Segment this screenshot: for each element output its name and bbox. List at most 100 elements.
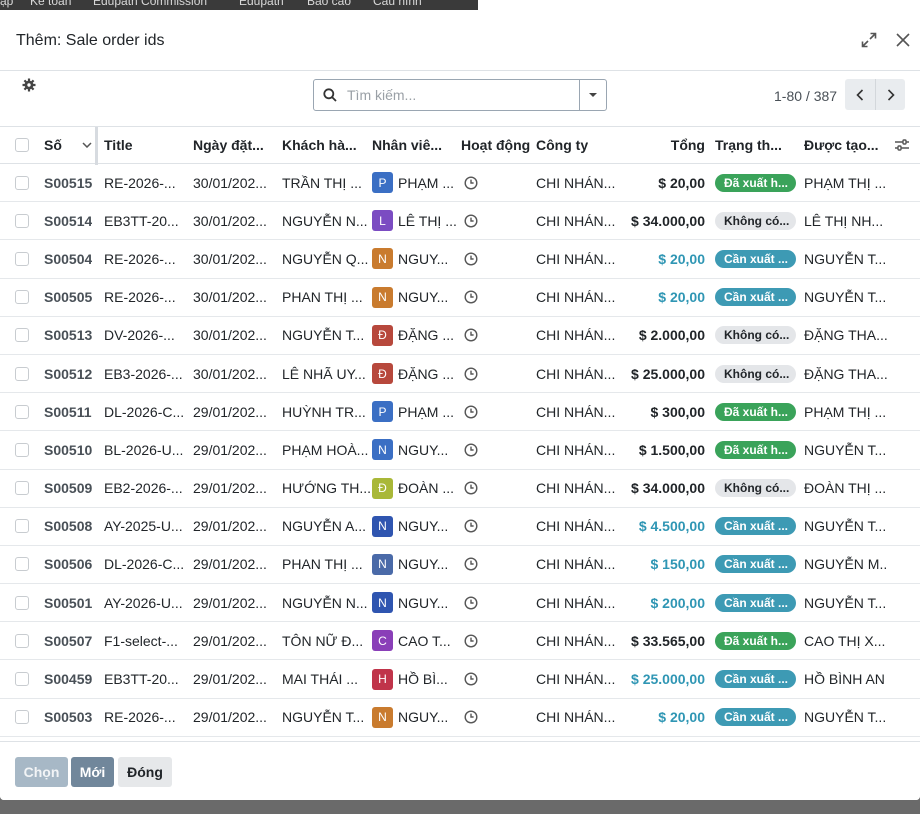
created-by: NGUYỄN T... bbox=[804, 250, 887, 267]
activity-button[interactable] bbox=[464, 546, 478, 583]
search-options-toggle[interactable] bbox=[579, 80, 606, 110]
table-row[interactable]: S00459 EB3TT-20... 29/01/202... MAI THÁI ..… bbox=[0, 660, 920, 699]
row-select[interactable] bbox=[15, 393, 29, 430]
checkbox[interactable] bbox=[15, 290, 29, 305]
col-total[interactable]: Tổng bbox=[625, 127, 705, 163]
col-status[interactable]: Trạng th... bbox=[715, 127, 782, 163]
salesperson-name: LÊ THỊ ... bbox=[398, 212, 457, 229]
select-button[interactable]: Chọn bbox=[15, 757, 68, 787]
col-customer[interactable]: Khách hà... bbox=[282, 127, 357, 163]
close-dialog-button[interactable] bbox=[893, 30, 913, 50]
checkbox[interactable] bbox=[15, 328, 29, 343]
col-created-by[interactable]: Được tạo... bbox=[804, 127, 879, 163]
row-select[interactable] bbox=[15, 279, 29, 316]
table-row[interactable]: S00509 EB2-2026-... 29/01/202... HƯỚNG TH..… bbox=[0, 470, 920, 508]
checkbox[interactable] bbox=[15, 138, 29, 152]
checkbox[interactable] bbox=[15, 442, 29, 457]
checkbox[interactable] bbox=[15, 175, 29, 190]
table-row[interactable]: S00506 DL-2026-C... 29/01/202... PHAN THỊ .… bbox=[0, 546, 920, 585]
table-row[interactable]: S00512 EB3-2026-... 30/01/202... LÊ NHÃ UY.… bbox=[0, 355, 920, 394]
table-row[interactable]: S00503 RE-2026-... 29/01/202... NGUYỄN T...… bbox=[0, 699, 920, 737]
row-select[interactable] bbox=[15, 470, 29, 507]
gear-button[interactable] bbox=[22, 78, 36, 92]
activity-button[interactable] bbox=[464, 355, 478, 392]
new-button[interactable]: Mới bbox=[71, 757, 114, 787]
checkbox[interactable] bbox=[15, 557, 29, 572]
row-select[interactable] bbox=[15, 202, 29, 239]
activity-button[interactable] bbox=[464, 240, 478, 277]
table-row[interactable]: S00514 EB3TT-20... 30/01/202... NGUYỄN N...… bbox=[0, 202, 920, 241]
activity-button[interactable] bbox=[464, 584, 478, 621]
avatar: L bbox=[372, 210, 393, 232]
activity-button[interactable] bbox=[464, 393, 478, 430]
checkbox[interactable] bbox=[15, 481, 29, 496]
pager-value[interactable]: 1-80 / 387 bbox=[774, 88, 837, 104]
activity-button[interactable] bbox=[464, 470, 478, 507]
activity-button[interactable] bbox=[464, 317, 478, 354]
order-total: $ 34.000,00 bbox=[631, 212, 705, 229]
checkbox[interactable] bbox=[15, 672, 29, 687]
checkbox[interactable] bbox=[15, 710, 29, 725]
row-select[interactable] bbox=[15, 355, 29, 392]
checkbox[interactable] bbox=[15, 519, 29, 534]
activity-button[interactable] bbox=[464, 164, 478, 201]
row-select[interactable] bbox=[15, 660, 29, 697]
activity-button[interactable] bbox=[464, 699, 478, 736]
table-row[interactable]: S00508 AY-2025-U... 29/01/202... NGUYỄN A..… bbox=[0, 508, 920, 546]
menu-item-reports[interactable]: Báo cáo bbox=[307, 0, 351, 8]
menu-item-edupath[interactable]: Edupath bbox=[239, 0, 284, 8]
sort-desc-button[interactable] bbox=[82, 127, 92, 163]
row-select[interactable] bbox=[15, 164, 29, 201]
col-number[interactable]: Số bbox=[44, 127, 62, 163]
table-row[interactable]: S00507 F1-select-... 29/01/202... TÔN NỮ Đ.… bbox=[0, 622, 920, 661]
select-all-checkbox[interactable] bbox=[15, 127, 29, 163]
menu-item-commission[interactable]: Edupath Commission bbox=[93, 0, 207, 8]
checkbox[interactable] bbox=[15, 251, 29, 266]
col-activity[interactable]: Hoạt động bbox=[461, 127, 530, 163]
column-resize-handle[interactable] bbox=[95, 127, 98, 165]
pager-previous-button[interactable] bbox=[845, 79, 875, 110]
col-salesperson[interactable]: Nhân viê... bbox=[372, 127, 442, 163]
checkbox[interactable] bbox=[15, 404, 29, 419]
order-number: S00507 bbox=[44, 632, 93, 649]
table-row[interactable]: S00501 AY-2026-U... 29/01/202... NGUYỄN N..… bbox=[0, 584, 920, 623]
row-select[interactable] bbox=[15, 431, 29, 468]
optional-columns-button[interactable] bbox=[895, 127, 909, 163]
avatar: N bbox=[372, 553, 393, 575]
close-button[interactable]: Đóng bbox=[118, 757, 172, 787]
activity-button[interactable] bbox=[464, 508, 478, 545]
menu-item-accounting[interactable]: Kế toán bbox=[30, 0, 71, 8]
row-select[interactable] bbox=[15, 584, 29, 621]
table-row[interactable]: S00515 RE-2026-... 30/01/202... TRẦN THỊ ..… bbox=[0, 164, 920, 203]
search-input[interactable] bbox=[347, 80, 577, 110]
expand-button[interactable] bbox=[859, 30, 879, 50]
activity-button[interactable] bbox=[464, 431, 478, 468]
col-title[interactable]: Title bbox=[104, 127, 133, 163]
col-date[interactable]: Ngày đặt... bbox=[193, 127, 264, 163]
table-row[interactable]: S00513 DV-2026-... 30/01/202... NGUYỄN T...… bbox=[0, 317, 920, 355]
table-row[interactable]: S00504 RE-2026-... 30/01/202... NGUYỄN Q...… bbox=[0, 240, 920, 279]
col-company[interactable]: Công ty bbox=[536, 127, 588, 163]
row-select[interactable] bbox=[15, 508, 29, 545]
menu-item[interactable]: ập bbox=[0, 0, 13, 8]
checkbox[interactable] bbox=[15, 633, 29, 648]
row-select[interactable] bbox=[15, 622, 29, 659]
checkbox[interactable] bbox=[15, 366, 29, 381]
row-select[interactable] bbox=[15, 240, 29, 277]
menu-item-config[interactable]: Cấu hình bbox=[373, 0, 422, 8]
table-row[interactable]: S00511 DL-2026-C... 29/01/202... HUỲNH TR..… bbox=[0, 393, 920, 432]
status-badge: Cần xuất ... bbox=[715, 593, 796, 612]
row-select[interactable] bbox=[15, 546, 29, 583]
row-select[interactable] bbox=[15, 317, 29, 354]
activity-button[interactable] bbox=[464, 279, 478, 316]
activity-button[interactable] bbox=[464, 660, 478, 697]
checkbox[interactable] bbox=[15, 213, 29, 228]
row-select[interactable] bbox=[15, 699, 29, 736]
table-row[interactable]: S00510 BL-2026-U... 29/01/202... PHẠM HOÀ..… bbox=[0, 431, 920, 470]
activity-button[interactable] bbox=[464, 202, 478, 239]
table-row[interactable]: S00505 RE-2026-... 30/01/202... PHAN THỊ ..… bbox=[0, 279, 920, 317]
activity-button[interactable] bbox=[464, 622, 478, 659]
checkbox[interactable] bbox=[15, 595, 29, 610]
status-cell: Cần xuất ... bbox=[715, 240, 796, 277]
pager-next-button[interactable] bbox=[875, 79, 905, 110]
